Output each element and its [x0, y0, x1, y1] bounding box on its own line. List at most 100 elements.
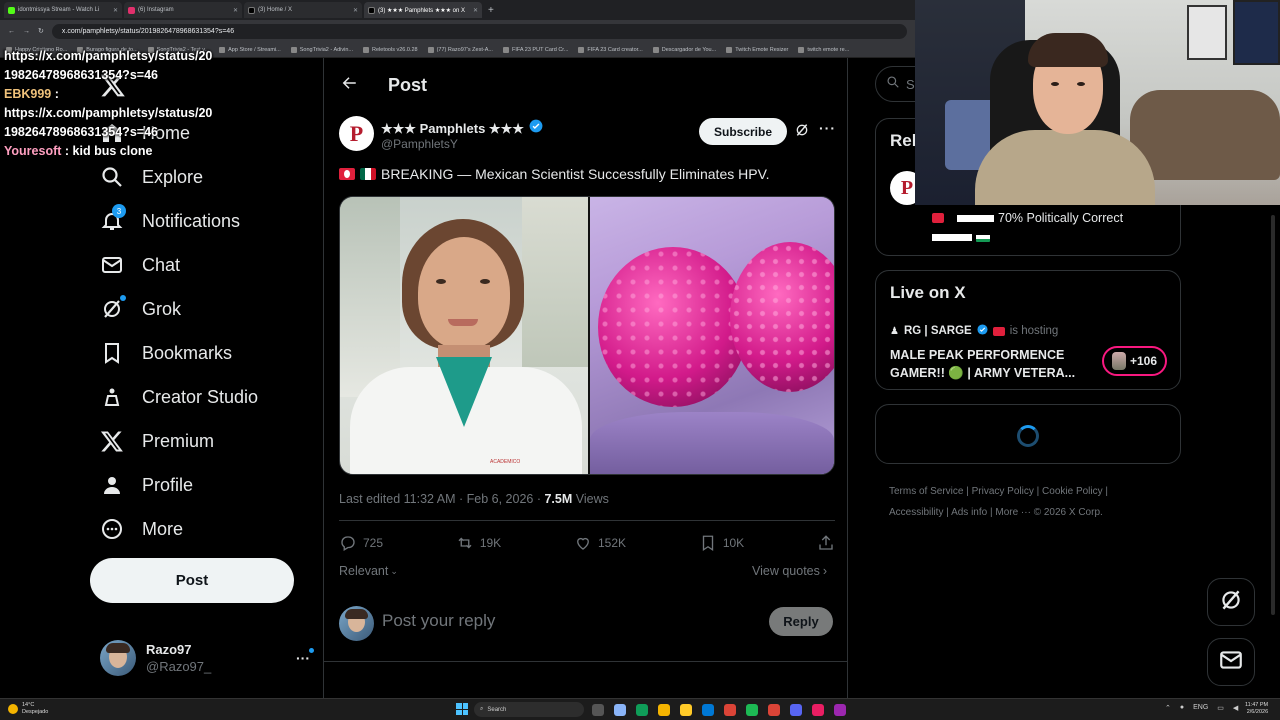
- url-field[interactable]: x.com/pamphletsy/status/2019826478968631…: [51, 23, 907, 39]
- taskbar-app-icon[interactable]: [636, 704, 648, 716]
- bookmark-item[interactable]: Twitch Emote Resizer: [726, 46, 788, 53]
- footer-link[interactable]: Privacy Policy: [972, 486, 1034, 497]
- reply-action[interactable]: 725: [339, 534, 383, 552]
- nav-item-bookmarks[interactable]: Bookmarks: [100, 331, 232, 375]
- chat-message: 19826478968631354?s=46: [4, 123, 324, 142]
- taskbar-app-icon[interactable]: [746, 704, 758, 716]
- verified-badge-icon: [529, 119, 543, 138]
- footer-link[interactable]: Accessibility: [889, 507, 943, 518]
- taskbar-app-icon[interactable]: [592, 704, 604, 716]
- taskbar-app-icon[interactable]: [812, 704, 824, 716]
- bookmark-item[interactable]: FIFA 23 Card creator...: [578, 46, 643, 53]
- taskbar-app-icon[interactable]: [724, 704, 736, 716]
- chat-message: Youresoft : kid bus clone: [4, 142, 324, 161]
- live-hosting-label: is hosting: [1009, 325, 1059, 337]
- repost-action[interactable]: 19K: [456, 534, 501, 552]
- weather-widget[interactable]: 14°C Despejado: [8, 702, 48, 716]
- nav-item-premium[interactable]: Premium: [100, 419, 214, 463]
- nav-item-grok[interactable]: Grok: [100, 287, 181, 331]
- forward-nav-icon[interactable]: →: [23, 28, 30, 35]
- nav-item-label: Profile: [142, 474, 194, 495]
- reload-icon[interactable]: ↻: [38, 27, 44, 35]
- composer-avatar: [339, 606, 374, 641]
- messages-float-button[interactable]: [1207, 638, 1255, 686]
- footer-link[interactable]: Cookie Policy: [1042, 486, 1103, 497]
- bookmark-item[interactable]: Reletools v26.0.28: [363, 46, 418, 53]
- back-nav-icon[interactable]: ←: [8, 28, 15, 35]
- reply-count: 725: [363, 536, 384, 550]
- taskbar-search[interactable]: ⌕ Search: [474, 702, 584, 717]
- new-tab-icon[interactable]: +: [488, 5, 494, 16]
- footer-link[interactable]: Terms of Service: [889, 486, 963, 497]
- bookmark-label: FIFA 23 Card creator...: [587, 46, 643, 53]
- bookmark-action[interactable]: 10K: [699, 534, 744, 552]
- live-count: +106: [1129, 354, 1158, 368]
- post-more-icon[interactable]: ···: [819, 120, 836, 136]
- nav-item-chat[interactable]: Chat: [100, 243, 180, 287]
- grok-icon: [1218, 587, 1244, 618]
- taskbar-app-icon[interactable]: [658, 704, 670, 716]
- bookmark-favicon-icon: [502, 46, 509, 53]
- grok-icon[interactable]: [794, 122, 810, 143]
- post-media[interactable]: ACADEMICO: [339, 196, 835, 475]
- browser-tab[interactable]: (6) Instagram ✕: [124, 2, 242, 18]
- more-dots-icon[interactable]: ···: [296, 648, 314, 666]
- live-title[interactable]: MALE PEAK PERFORMENCE GAMER!! 🟢 | ARMY V…: [890, 346, 1090, 382]
- lab-coat-text: ACADEMICO: [490, 459, 521, 465]
- browser-tab[interactable]: idontmissya Stream - Watch Li ✕: [4, 2, 122, 18]
- view-quotes-link[interactable]: View quotes ›: [752, 564, 827, 578]
- flag-emoji-icon: [339, 168, 355, 180]
- bookmark-item[interactable]: (77) Razo97's Zest-A...: [427, 46, 493, 53]
- system-tray[interactable]: ⌃ ● ENG ▭ ◀: [1165, 704, 1238, 712]
- subscribe-button[interactable]: Subscribe: [699, 118, 787, 145]
- flag-emoji-icon: [932, 213, 944, 223]
- edited-timestamp[interactable]: Last edited 11:32 AM · Feb 6, 2026 ·: [339, 492, 544, 506]
- page-scrollbar[interactable]: [1271, 215, 1275, 615]
- bookmark-item[interactable]: Descargador de You...: [652, 46, 716, 53]
- nav-item-explore[interactable]: Explore: [100, 155, 203, 199]
- nav-item-more[interactable]: More: [100, 507, 183, 551]
- grok-float-button[interactable]: [1207, 578, 1255, 626]
- mic-icon: ●: [1179, 704, 1185, 711]
- windows-start-icon[interactable]: [456, 703, 468, 715]
- live-host-row[interactable]: ♟ RG | SARGE is hosting: [890, 324, 1058, 338]
- chevron-up-icon: ⌃: [1165, 705, 1171, 712]
- nav-item-notifications[interactable]: 3 Notifications: [100, 199, 240, 243]
- reply-input[interactable]: Post your reply: [382, 611, 495, 631]
- mail-icon: [1218, 647, 1244, 678]
- like-action[interactable]: 152K: [574, 534, 626, 552]
- footer-link[interactable]: More ···: [995, 507, 1031, 518]
- account-switcher[interactable]: Razo97 @Razo97_ ···: [100, 638, 314, 678]
- like-count: 152K: [597, 536, 627, 550]
- author-name-row[interactable]: ★★★ Pamphlets ★★★: [381, 119, 543, 138]
- taskbar-app-icon[interactable]: [790, 704, 802, 716]
- bookmark-item[interactable]: twitch emote re...: [798, 46, 849, 53]
- clock[interactable]: 11:47 PM 2/6/2026: [1245, 702, 1268, 716]
- author-avatar[interactable]: P: [339, 116, 374, 151]
- taskbar-app-icon[interactable]: [702, 704, 714, 716]
- browser-tab[interactable]: (3) Home / X ✕: [244, 2, 362, 18]
- jersey-frame: [1187, 5, 1227, 60]
- tab-close-icon[interactable]: ✕: [233, 7, 238, 14]
- tab-close-icon[interactable]: ✕: [113, 7, 118, 14]
- taskbar-app-icon[interactable]: [680, 704, 692, 716]
- back-arrow-icon[interactable]: [340, 74, 358, 97]
- nav-item-creator-studio[interactable]: Creator Studio: [100, 375, 258, 419]
- taskbar-app-icon[interactable]: [614, 704, 626, 716]
- reply-sort-dropdown[interactable]: Relevant ⌄: [339, 564, 398, 578]
- tab-close-icon[interactable]: ✕: [353, 7, 358, 14]
- nav-item-label: Creator Studio: [142, 386, 259, 407]
- post-button[interactable]: Post: [90, 558, 294, 603]
- chevron-right-icon: ›: [822, 564, 828, 578]
- browser-tab-active[interactable]: (3) ★★★ Pamphlets ★★★ on X ✕: [364, 2, 482, 18]
- taskbar-app-icon[interactable]: [768, 704, 780, 716]
- live-listeners-pill[interactable]: +106: [1102, 346, 1167, 376]
- tab-close-icon[interactable]: ✕: [473, 7, 478, 14]
- nav-item-profile[interactable]: Profile: [100, 463, 193, 507]
- footer-link[interactable]: Ads info: [951, 507, 987, 518]
- author-handle[interactable]: @PamphletsY: [381, 137, 458, 151]
- reply-button[interactable]: Reply: [769, 607, 833, 636]
- bookmark-item[interactable]: FIFA 23 PUT Card Cr...: [502, 46, 568, 53]
- share-action[interactable]: [817, 534, 835, 552]
- taskbar-app-icon[interactable]: [834, 704, 846, 716]
